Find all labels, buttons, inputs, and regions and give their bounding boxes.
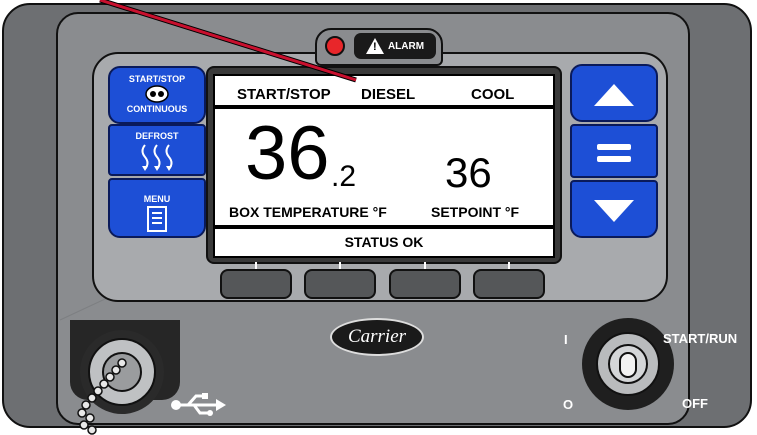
callout-pointer-line: [99, 0, 357, 83]
